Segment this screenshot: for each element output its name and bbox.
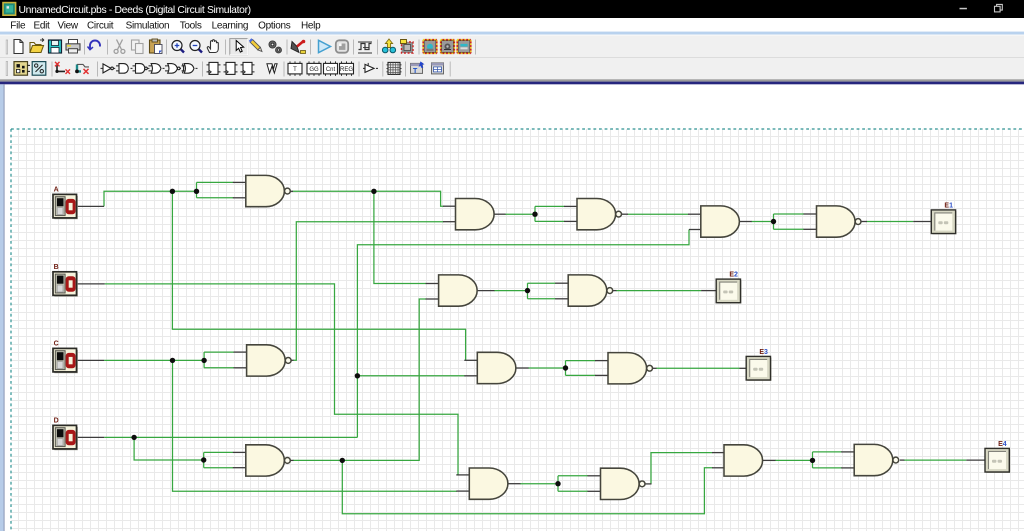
- svg-text:Edit: Edit: [34, 20, 51, 31]
- svg-text:E3: E3: [759, 349, 768, 356]
- svg-text:E4: E4: [998, 441, 1007, 448]
- svg-text:Help: Help: [301, 20, 321, 31]
- svg-text:C: C: [54, 341, 59, 348]
- svg-text:T: T: [293, 67, 297, 73]
- svg-text:E2: E2: [729, 272, 738, 279]
- svg-text:B: B: [54, 264, 59, 271]
- svg-text:E1: E1: [944, 202, 953, 209]
- svg-text:Options: Options: [258, 20, 291, 31]
- svg-text:Circuit: Circuit: [87, 20, 114, 31]
- svg-text:REG: REG: [340, 67, 353, 73]
- svg-text:T: T: [413, 68, 418, 75]
- svg-text:Cnt: Cnt: [326, 67, 336, 73]
- svg-text:File: File: [10, 20, 26, 31]
- svg-text:Tools: Tools: [180, 20, 202, 31]
- svg-text:GG: GG: [309, 67, 319, 73]
- svg-text:Simulation: Simulation: [126, 20, 170, 31]
- svg-text:Learning: Learning: [212, 20, 249, 31]
- svg-text:D: D: [54, 418, 59, 425]
- svg-text:A: A: [54, 187, 59, 194]
- svg-text:UnnamedCircuit.pbs - Deeds (Di: UnnamedCircuit.pbs - Deeds (Digital Circ…: [19, 5, 251, 16]
- svg-text:View: View: [58, 20, 79, 31]
